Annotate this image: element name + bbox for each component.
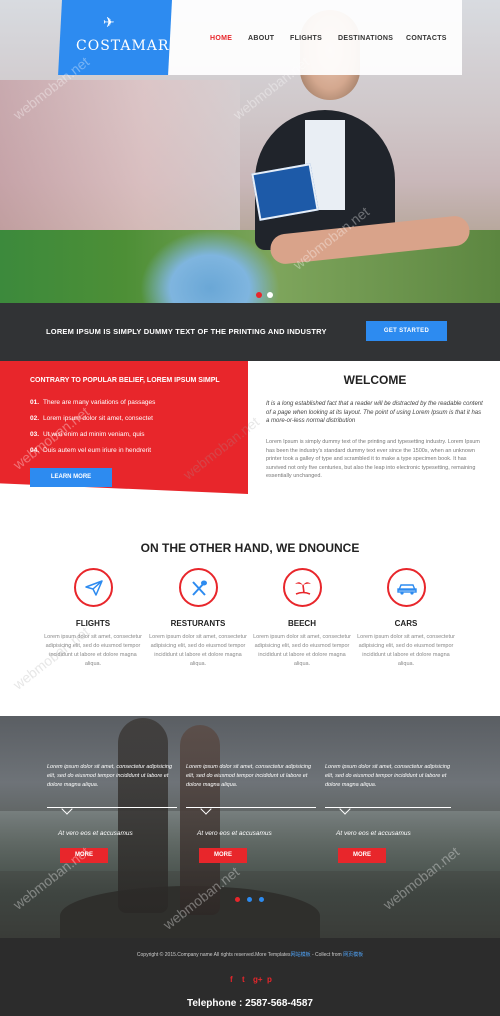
copyright: Copyright © 2015.Company name All rights… [136, 952, 364, 958]
google-plus-icon[interactable]: g+ [253, 975, 263, 984]
nav-about[interactable]: ABOUT [248, 35, 274, 42]
slider-dot-1[interactable] [256, 292, 262, 298]
testimonial-dot-1[interactable] [235, 897, 240, 902]
nav-destinations[interactable]: DESTINATIONS [338, 35, 393, 42]
testimonial-dot-3[interactable] [259, 897, 264, 902]
welcome-intro: It is a long established fact that a rea… [266, 401, 483, 424]
facebook-icon[interactable]: f [230, 975, 233, 984]
welcome-title: WELCOME [343, 373, 407, 387]
service-title: RESTURANTS [170, 619, 226, 628]
testimonials-band [0, 716, 500, 938]
collect-link[interactable]: 网页模板 [343, 952, 363, 958]
car-icon [389, 570, 424, 605]
service-title: FLIGHTS [75, 619, 111, 628]
nav-flights[interactable]: FLIGHTS [290, 35, 322, 42]
paper-plane-icon [76, 570, 111, 605]
services-heading: ON THE OTHER HAND, WE DNOUNCE [140, 541, 360, 555]
service-description: Lorem ipsum dolor sit amet, consectetur … [149, 634, 247, 667]
get-started-button[interactable]: GET STARTED [366, 321, 447, 341]
testimonial-author: At vero eos et accusamus [197, 830, 272, 837]
telephone: Telephone : 2587-568-4587 [187, 998, 313, 1009]
testimonial-author: At vero eos et accusamus [336, 830, 411, 837]
service-title: CARS [394, 619, 418, 628]
brand-name[interactable]: COSTAMAR [76, 38, 169, 54]
template-link[interactable]: 网站模板 [291, 952, 311, 958]
testimonial-text: Lorem ipsum dolor sit amet, consectetur … [47, 764, 173, 788]
service-description: Lorem ipsum dolor sit amet, consectetur … [357, 634, 455, 667]
list-item: 01. There are many variations of passages [30, 399, 156, 406]
service-description: Lorem ipsum dolor sit amet, consectetur … [253, 634, 351, 667]
slider-dot-2[interactable] [267, 292, 273, 298]
features-title: CONTRARY TO POPULAR BELIEF, LOREM IPSUM … [30, 377, 220, 384]
passport-image [251, 163, 319, 221]
service-title: BEECH [287, 619, 316, 628]
palm-tree-icon [285, 570, 320, 605]
testimonial-text: Lorem ipsum dolor sit amet, consectetur … [325, 764, 451, 788]
service-restaurants[interactable] [179, 568, 218, 607]
testimonial-text: Lorem ipsum dolor sit amet, consectetur … [186, 764, 312, 788]
more-button[interactable]: MORE [199, 848, 247, 863]
airplane-icon: ✈ [103, 14, 115, 30]
nav-home[interactable]: HOME [210, 35, 232, 42]
learn-more-button[interactable]: LEARN MORE [30, 468, 112, 487]
service-flights[interactable] [74, 568, 113, 607]
cta-text: LOREM IPSUM IS SIMPLY DUMMY TEXT OF THE … [46, 327, 327, 336]
testimonial-dot-2[interactable] [247, 897, 252, 902]
twitter-icon[interactable]: t [242, 975, 245, 984]
more-button[interactable]: MORE [338, 848, 386, 863]
testimonial-author: At vero eos et accusamus [58, 830, 133, 837]
hiker-image [118, 718, 168, 913]
nav-contacts[interactable]: CONTACTS [406, 35, 447, 42]
service-cars[interactable] [387, 568, 426, 607]
pinterest-icon[interactable]: p [267, 975, 272, 984]
fork-spoon-icon [181, 570, 216, 605]
welcome-body: Lorem Ipsum is simply dummy text of the … [266, 439, 480, 479]
service-beech[interactable] [283, 568, 322, 607]
